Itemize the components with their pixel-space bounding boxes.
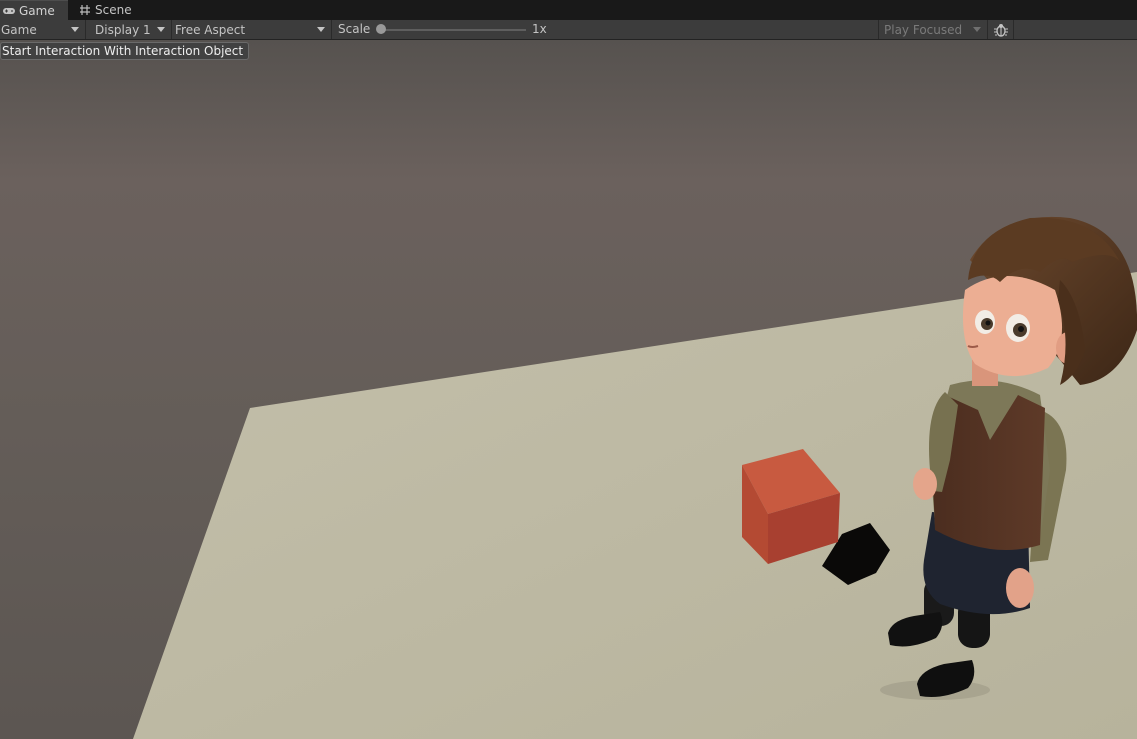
grid-hash-icon xyxy=(80,5,90,15)
debug-toggle-button[interactable] xyxy=(988,20,1014,39)
game-viewport[interactable] xyxy=(0,40,1137,739)
display-label: Display 1 xyxy=(95,22,151,37)
play-mode-dropdown[interactable]: Play Focused xyxy=(878,20,988,39)
scale-slider-handle[interactable] xyxy=(376,24,386,34)
chevron-down-icon xyxy=(317,27,325,32)
scale-label: Scale xyxy=(338,22,371,36)
aspect-dropdown[interactable]: Free Aspect xyxy=(172,20,332,39)
chevron-down-icon xyxy=(71,27,79,32)
scale-slider-track[interactable] xyxy=(378,29,526,31)
view-mode-dropdown[interactable]: Game xyxy=(0,20,86,39)
start-interaction-button[interactable]: Start Interaction With Interaction Objec… xyxy=(0,42,250,60)
gamepad-icon xyxy=(3,7,15,14)
view-mode-label: Game xyxy=(1,22,37,37)
tab-game-label: Game xyxy=(19,3,55,18)
scene-render xyxy=(0,40,1137,739)
chevron-down-icon xyxy=(157,27,165,32)
editor-tab-bar: Game Scene xyxy=(0,0,1137,20)
aspect-label: Free Aspect xyxy=(175,22,246,37)
tab-game[interactable]: Game xyxy=(0,0,68,20)
display-dropdown[interactable]: Display 1 xyxy=(86,20,172,39)
play-mode-label: Play Focused xyxy=(884,22,963,37)
bug-icon xyxy=(993,23,1008,37)
game-view-toolbar: Game Display 1 Free Aspect Scale 1x Play… xyxy=(0,20,1137,40)
tab-scene[interactable]: Scene xyxy=(76,0,138,20)
tab-scene-label: Scene xyxy=(95,3,132,17)
chevron-down-icon xyxy=(973,27,981,32)
scale-value: 1x xyxy=(532,22,547,36)
